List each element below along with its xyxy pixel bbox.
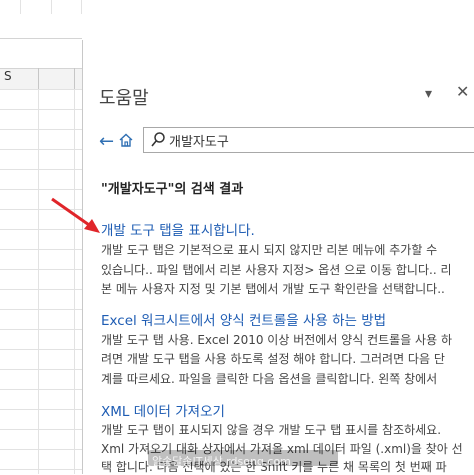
ribbon-cell xyxy=(52,0,82,14)
grid-line xyxy=(0,89,82,90)
result-snippet-line: 계를 따르세요. 파일을 클릭한 다음 옵션을 클릭합니다. 왼쪽 창에서 xyxy=(101,372,438,386)
search-input-value[interactable]: 개발자도구 xyxy=(169,131,229,150)
grid-line xyxy=(0,429,82,430)
pane-options-chevron-icon[interactable]: ▾ xyxy=(425,86,432,102)
result-link[interactable]: Excel 워크시트에서 양식 컨트롤을 사용 하는 방법 xyxy=(101,309,386,329)
grid-line xyxy=(0,449,82,450)
grid-line xyxy=(0,289,82,290)
annotation-arrow-icon xyxy=(51,197,100,233)
column-divider[interactable] xyxy=(38,68,39,89)
worksheet-area[interactable]: S xyxy=(0,0,82,474)
pane-title: 도움말 xyxy=(99,88,149,109)
grid-line xyxy=(0,369,82,370)
column-divider[interactable] xyxy=(74,68,75,89)
close-icon[interactable]: ✕ xyxy=(456,82,469,101)
grid-line xyxy=(0,189,82,190)
result-link[interactable]: XML 데이터 가져오기 xyxy=(101,400,225,420)
ribbon-cell xyxy=(0,0,21,14)
result-snippet-line: 려면 개발 도구 탭을 사용 하도록 설정 해야 합니다. 그러려면 다음 단 xyxy=(101,352,445,366)
grid-line xyxy=(0,169,82,170)
grid-line xyxy=(0,249,82,250)
result-snippet-line: 있습니다.. 파일 탭에서 리본 사용자 지정> 옵션 으로 이동 합니다.. … xyxy=(101,263,452,277)
column-header-s[interactable]: S xyxy=(4,69,12,83)
grid-line xyxy=(0,469,82,470)
grid-line xyxy=(0,329,82,330)
grid-line xyxy=(0,149,82,150)
column-header-row xyxy=(0,68,82,90)
result-snippet-line: 본 메뉴 사용자 지정 및 기본 탭에서 개발 도구 확인란을 선택합니다.. xyxy=(101,282,445,296)
result-link[interactable]: 개발 도구 탭을 표시합니다. xyxy=(101,219,255,239)
watermark: 알송달송IT세상 rdsong.com xyxy=(152,455,291,468)
results-heading: "개발자도구"의 검색 결과 xyxy=(101,182,244,197)
result-snippet-line: 개발 도구 탭은 기본적으로 표시 되지 않지만 리본 메뉴에 추가할 수 xyxy=(101,243,438,257)
cell-grid[interactable] xyxy=(0,89,82,474)
home-icon[interactable] xyxy=(118,132,134,148)
grid-line xyxy=(0,269,82,270)
back-arrow-icon[interactable]: ← xyxy=(99,131,114,152)
grid-line xyxy=(0,129,82,130)
search-icon xyxy=(151,132,165,147)
grid-line xyxy=(0,389,82,390)
grid-line xyxy=(0,409,82,410)
result-snippet-line: 개발 도구 탭이 표시되지 않을 경우 개발 도구 탭 표시를 참조하세요. xyxy=(101,423,442,437)
ribbon-cell xyxy=(21,0,52,14)
ribbon-strip xyxy=(0,0,82,39)
grid-line xyxy=(0,109,82,110)
grid-line xyxy=(0,349,82,350)
grid-line xyxy=(0,309,82,310)
result-snippet-line: 개발 도구 탭 사용. Excel 2010 이상 버전에서 양식 컨트롤을 사… xyxy=(101,333,452,347)
